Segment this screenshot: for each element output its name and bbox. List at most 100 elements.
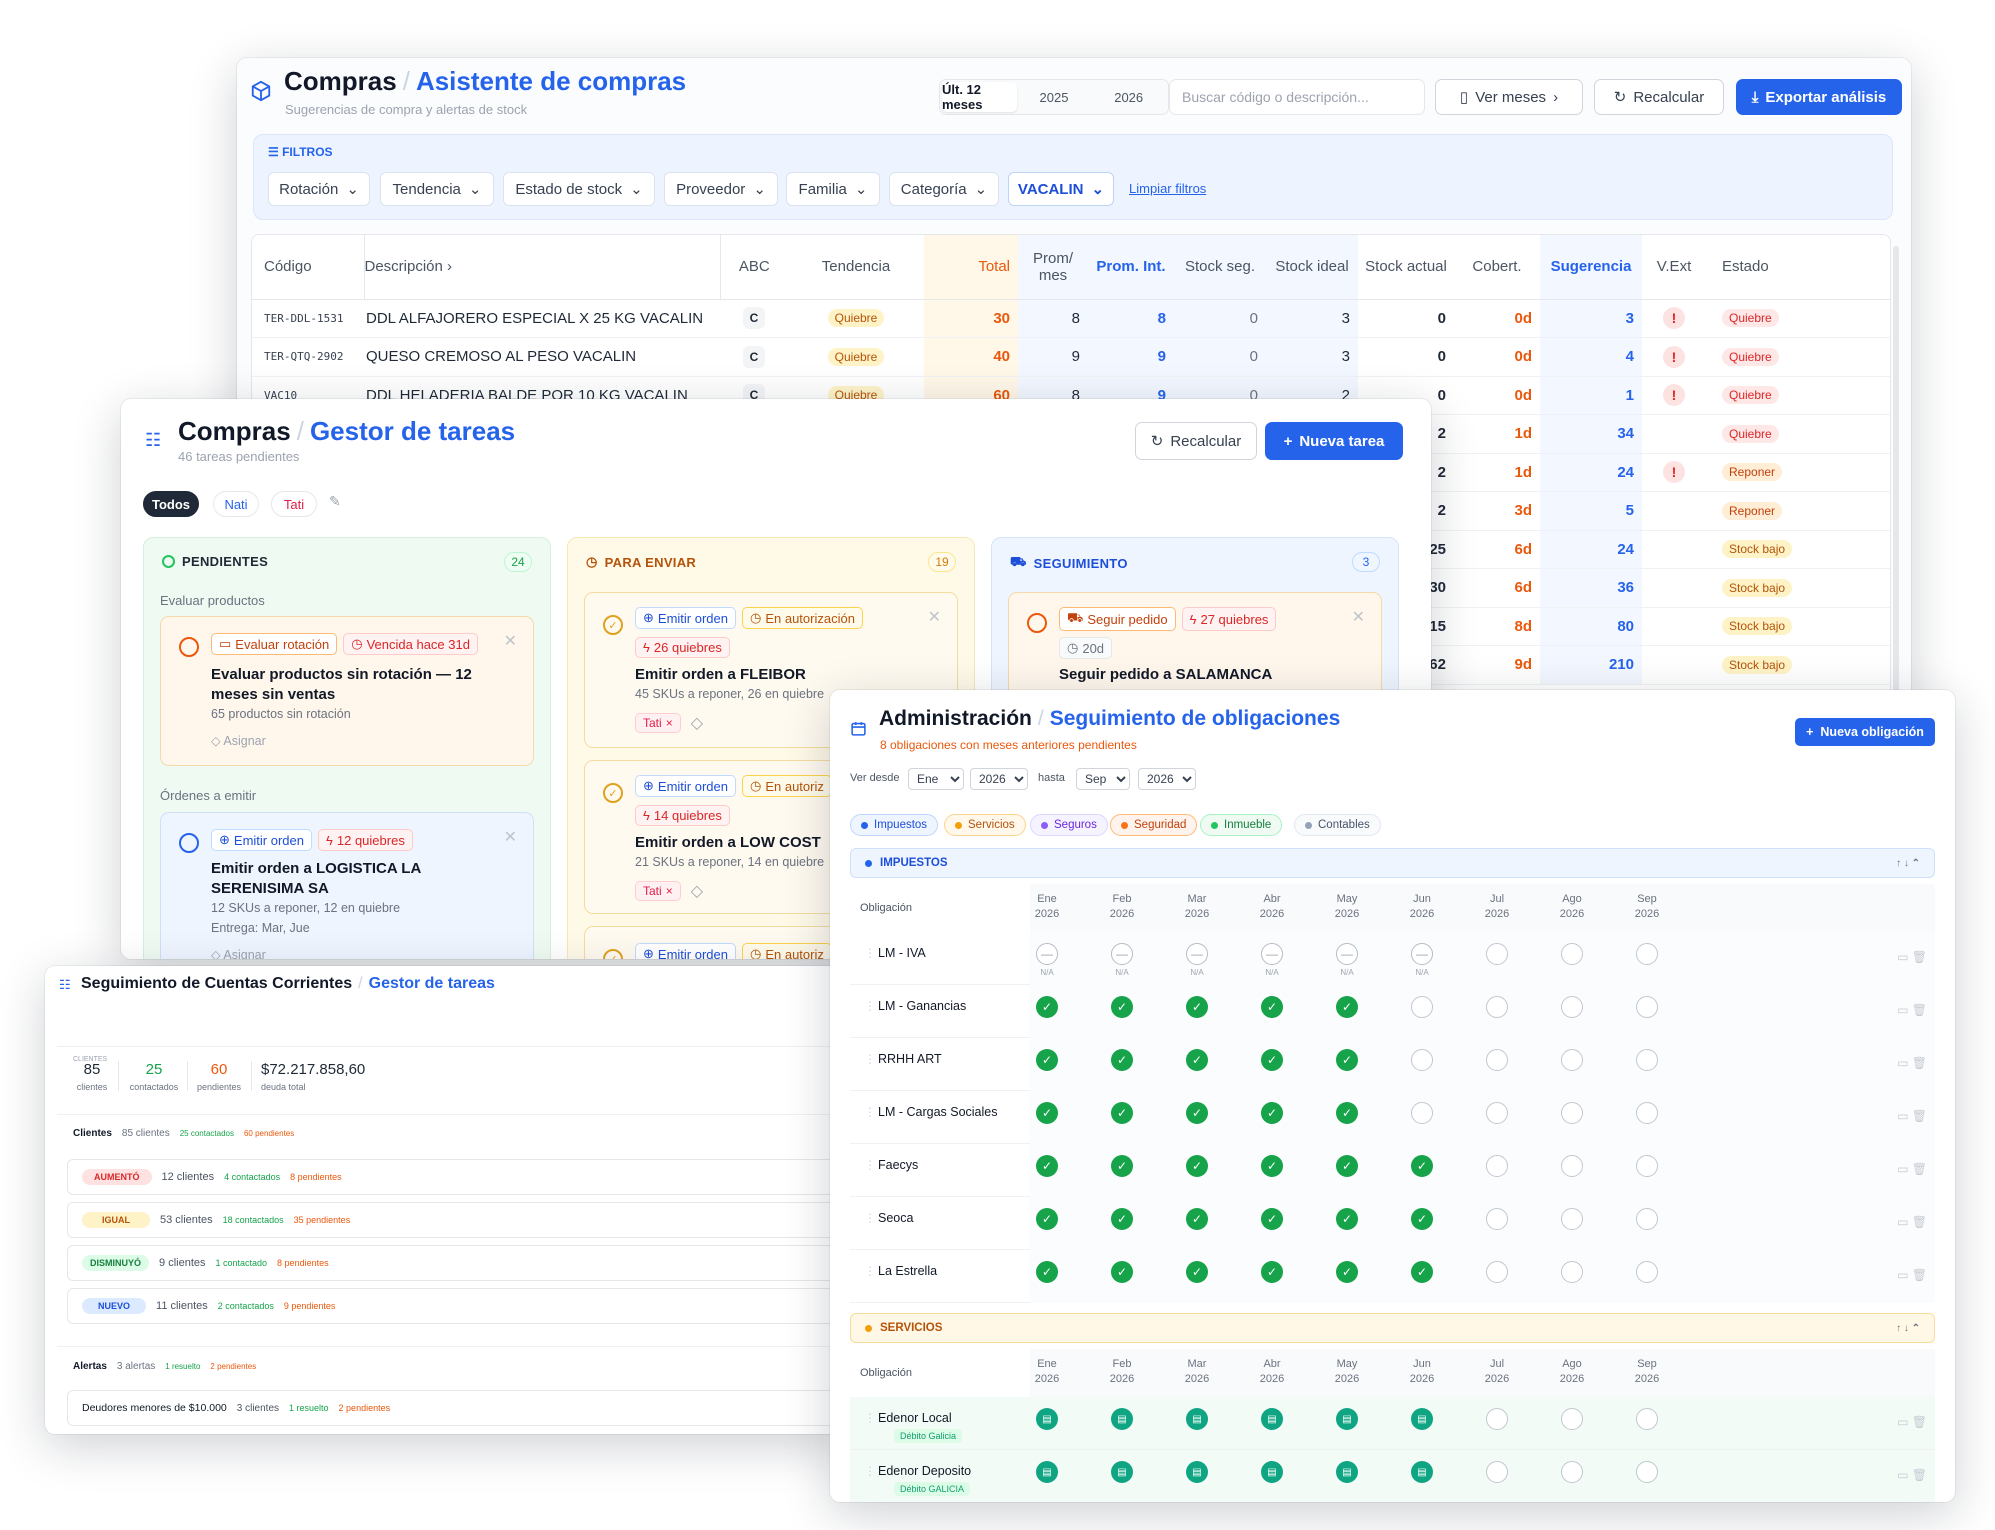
check-circle-icon[interactable]: ✓ [1111,1155,1133,1177]
na-circle-icon[interactable]: — [1186,943,1208,965]
breadcrumb-app[interactable]: Seguimiento de Cuentas Corrientes [81,975,352,992]
filter-chip-tati[interactable]: Tati [271,491,317,517]
drag-handle-icon[interactable]: ⋮ [864,1411,876,1425]
section-header[interactable]: IMPUESTOS ↑ ↓ ⌃ [850,848,1935,878]
drag-handle-icon[interactable]: ⋮ [864,1264,876,1278]
category-chip-inmueble[interactable]: Inmueble [1200,814,1283,836]
category-chip-servicios[interactable]: Servicios [944,814,1026,836]
drag-handle-icon[interactable]: ⋮ [864,1211,876,1225]
card-circle-icon[interactable]: ▤ [1186,1408,1208,1430]
check-circle-icon[interactable]: ✓ [603,949,623,959]
card-circle-icon[interactable]: ▤ [1261,1408,1283,1430]
empty-circle-icon[interactable] [1486,1208,1508,1230]
row-actions-icon[interactable]: ▭ 🗑 [1897,1468,1927,1482]
check-circle-icon[interactable]: ✓ [1261,996,1283,1018]
row-actions-icon[interactable]: ▭ 🗑 [1897,1109,1927,1123]
obligation-row[interactable]: ⋮ LM - Cargas Sociales ✓ ✓ ✓ ✓ ✓ ▭ 🗑 [850,1091,1935,1144]
empty-circle-icon[interactable] [1411,1102,1433,1124]
obligation-row[interactable]: ⋮ Edenor Deposito Débito GALICIA ▤ ▤ ▤ ▤ ▤ ▤ ▭ 🗑 [850,1450,1935,1502]
empty-circle-icon[interactable] [1636,1102,1658,1124]
assignee-chip[interactable]: Tati × [635,713,681,733]
check-circle-icon[interactable]: ✓ [1111,1102,1133,1124]
na-circle-icon[interactable]: — [1036,943,1058,965]
new-task-button[interactable]: + Nueva tarea [1265,422,1403,460]
na-circle-icon[interactable]: — [1336,943,1358,965]
clients-summary-row[interactable]: Clientes 85 clientes 25 contactados 60 p… [73,1128,294,1139]
category-chip-seguros[interactable]: Seguros [1030,814,1108,836]
scrollbar[interactable] [1893,246,1899,706]
table-row[interactable]: TER-DDL-1531 DDL ALFAJORERO ESPECIAL X 25… [252,299,1890,338]
check-circle-icon[interactable]: ✓ [1261,1208,1283,1230]
empty-circle-icon[interactable] [1561,1408,1583,1430]
drag-handle-icon[interactable]: ⋮ [864,946,876,960]
check-circle-icon[interactable]: ✓ [1261,1261,1283,1283]
empty-circle-icon[interactable] [1486,996,1508,1018]
section-header[interactable]: SERVICIOS ↑ ↓ ⌃ [850,1313,1935,1343]
check-circle-icon[interactable]: ✓ [1036,1049,1058,1071]
obligation-row[interactable]: ⋮ Seoca ✓ ✓ ✓ ✓ ✓ ✓ ▭ 🗑 [850,1197,1935,1250]
to-month-select[interactable]: Sep [1076,768,1130,790]
filter-chip-nati[interactable]: Nati [213,491,259,517]
empty-circle-icon[interactable] [1636,996,1658,1018]
period-2025[interactable]: 2025 [1017,82,1092,112]
assign-link[interactable]: ◇ Asignar [211,733,266,748]
card-circle-icon[interactable]: ▤ [1111,1461,1133,1483]
check-circle-icon[interactable]: ✓ [1111,1208,1133,1230]
card-circle-icon[interactable]: ▤ [1336,1408,1358,1430]
empty-circle-icon[interactable] [1561,1155,1583,1177]
alert-item-row[interactable]: Deudores menores de $10.000 3 clientes 1… [67,1390,845,1426]
check-circle-icon[interactable]: ✓ [1036,1155,1058,1177]
col-abc[interactable]: ABC [719,235,788,300]
row-actions-icon[interactable]: ▭ 🗑 [1897,1268,1927,1282]
col-sugerencia[interactable]: Sugerencia [1540,235,1642,300]
empty-circle-icon[interactable] [1636,1049,1658,1071]
group-row-nuevo[interactable]: NUEVO 11 clientes 2 contactados 9 pendie… [67,1288,845,1324]
check-circle-icon[interactable]: ✓ [1261,1155,1283,1177]
category-chip-contables[interactable]: Contables [1294,814,1381,836]
obligation-row[interactable]: ⋮ RRHH ART ✓ ✓ ✓ ✓ ✓ ▭ 🗑 [850,1038,1935,1091]
check-circle-icon[interactable]: ✓ [1336,1155,1358,1177]
card-circle-icon[interactable]: ▤ [1411,1408,1433,1430]
check-circle-icon[interactable]: ✓ [1336,996,1358,1018]
check-circle-icon[interactable]: ✓ [1261,1049,1283,1071]
group-row-disminuyo[interactable]: DISMINUYÓ 9 clientes 1 contactado 8 pend… [67,1245,845,1281]
breadcrumb-app[interactable]: Administración [879,707,1032,730]
col-stock-ideal[interactable]: Stock ideal [1266,235,1358,300]
alert-icon[interactable]: ! [1663,384,1685,407]
status-circle-icon[interactable] [1027,613,1047,633]
col-total[interactable]: Total [924,235,1018,300]
check-circle-icon[interactable]: ✓ [1336,1049,1358,1071]
check-circle-icon[interactable]: ✓ [1336,1208,1358,1230]
col-codigo[interactable]: Código [252,235,364,300]
col-stock-seg[interactable]: Stock seg. [1174,235,1266,300]
tag-icon[interactable]: ◇ [691,713,703,733]
empty-circle-icon[interactable] [1486,1102,1508,1124]
card-circle-icon[interactable]: ▤ [1111,1408,1133,1430]
edit-icon[interactable]: ✎ [329,493,341,510]
empty-circle-icon[interactable] [1561,1261,1583,1283]
check-circle-icon[interactable]: ✓ [1186,1049,1208,1071]
empty-circle-icon[interactable] [1561,1461,1583,1483]
na-circle-icon[interactable]: — [1411,943,1433,965]
sort-arrows-icon[interactable]: ↑ ↓ ⌃ [1896,858,1920,869]
view-months-button[interactable]: ▯ Ver meses › [1435,79,1583,115]
check-circle-icon[interactable]: ✓ [1186,1261,1208,1283]
check-circle-icon[interactable]: ✓ [1111,1261,1133,1283]
check-circle-icon[interactable]: ✓ [603,783,623,803]
col-estado[interactable]: Estado [1706,235,1890,300]
obligation-row[interactable]: ⋮ LM - IVA — N/A — N/A — N/A — N/A — N/A — N/A ▭ 🗑 [850,932,1935,985]
empty-circle-icon[interactable] [1636,1208,1658,1230]
card-circle-icon[interactable]: ▤ [1336,1461,1358,1483]
category-chip-impuestos[interactable]: Impuestos [850,814,939,836]
from-year-select[interactable]: 2026 [970,768,1028,790]
clear-filters-link[interactable]: Limpiar filtros [1129,181,1206,196]
new-obligation-button[interactable]: + Nueva obligación [1795,718,1935,746]
check-circle-icon[interactable]: ✓ [1186,1155,1208,1177]
card-circle-icon[interactable]: ▤ [1036,1461,1058,1483]
col-prom-int[interactable]: Prom. Int. [1088,235,1174,300]
check-circle-icon[interactable]: ✓ [1036,996,1058,1018]
drag-handle-icon[interactable]: ⋮ [864,1158,876,1172]
check-circle-icon[interactable]: ✓ [1186,1102,1208,1124]
col-descripcion[interactable]: Descripción › [363,235,720,300]
col-cobert[interactable]: Cobert. [1454,235,1540,300]
